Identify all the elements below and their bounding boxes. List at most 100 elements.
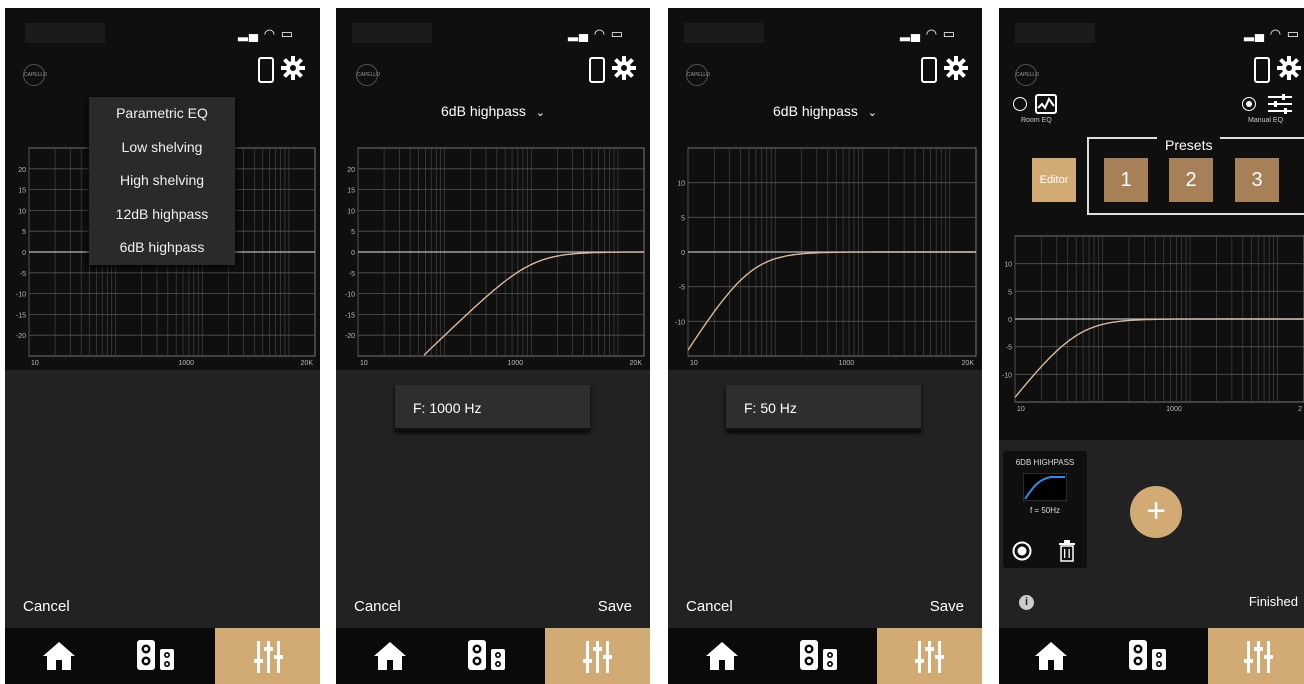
gear-icon[interactable]	[944, 56, 968, 80]
y-tick-label: 5	[351, 229, 355, 236]
eq-tab[interactable]	[1208, 628, 1304, 684]
filter-type-label: 6dB highpass	[773, 103, 858, 119]
home-icon[interactable]	[41, 640, 77, 674]
eq-tab[interactable]	[545, 628, 650, 684]
speakers-icon[interactable]	[800, 640, 838, 672]
screen-manual-eq: ▂▄ ◠ ▭ CAPELLO Room EQ Manual EQ Presets…	[999, 8, 1304, 684]
chevron-down-icon: ⌄	[867, 107, 877, 119]
y-tick-label: 5	[681, 215, 685, 222]
eq-chart: 20 15 10 5 0 -5 -10 -15 -20 10 1000 20K	[345, 147, 645, 367]
cancel-button[interactable]: Cancel	[23, 598, 70, 615]
add-filter-button[interactable]: +	[1130, 486, 1182, 538]
response-curve	[1014, 318, 1303, 398]
y-tick-label: 0	[351, 250, 355, 257]
bottom-nav	[336, 628, 650, 684]
chevron-down-icon: ⌄	[535, 107, 545, 119]
x-tick-label: 1000	[839, 360, 855, 367]
y-tick-label: 0	[681, 250, 685, 257]
filter-card[interactable]: 6DB HIGHPASS f = 50Hz	[1003, 451, 1087, 568]
x-tick-label: 2	[1298, 406, 1302, 413]
x-tick-label: 1000	[179, 360, 195, 367]
x-tick-label: 10	[31, 360, 39, 367]
record-icon[interactable]	[1012, 541, 1032, 561]
presets-label: Presets	[1157, 137, 1221, 153]
phone-icon[interactable]	[258, 57, 274, 83]
finished-button[interactable]: Finished	[1249, 594, 1298, 609]
x-tick-label: 10	[1017, 406, 1025, 413]
y-tick-label: 10	[677, 181, 685, 188]
home-icon[interactable]	[704, 640, 740, 674]
x-tick-label: 20K	[301, 360, 314, 367]
y-tick-label: -15	[345, 312, 355, 319]
dropdown-item-6db-highpass[interactable]: 6dB highpass	[89, 231, 235, 265]
home-icon[interactable]	[1033, 640, 1069, 674]
screen-highpass-1000: ▂▄ ◠ ▭ CAPELLO 6dB highpass ⌄ 20 15 10 5 0 -5…	[336, 8, 650, 684]
dropdown-item-12db-highpass[interactable]: 12dB highpass	[89, 198, 235, 232]
frequency-field[interactable]: F: 1000 Hz	[395, 385, 590, 431]
x-tick-label: 10	[690, 360, 698, 367]
eq-tab[interactable]	[877, 628, 982, 684]
frequency-field[interactable]: F: 50 Hz	[726, 385, 921, 431]
eq-chart: 10 5 0 -5 -10 10 1000 2	[1002, 235, 1304, 413]
redacted-time	[1015, 23, 1095, 43]
editor-button[interactable]: Editor	[1032, 158, 1076, 202]
y-tick-label: -5	[20, 271, 26, 278]
y-tick-label: 15	[347, 188, 355, 195]
filter-card-frequency: f = 50Hz	[1029, 506, 1060, 515]
cancel-button[interactable]: Cancel	[354, 598, 401, 615]
info-icon[interactable]: i	[1019, 595, 1034, 610]
x-tick-label: 1000	[1166, 406, 1182, 413]
filter-type-selector[interactable]: 6dB highpass ⌄	[336, 103, 650, 119]
filter-card-title: 6DB HIGHPASS	[1015, 458, 1075, 467]
y-tick-label: 10	[18, 208, 26, 215]
speakers-icon[interactable]	[137, 640, 175, 672]
cancel-button[interactable]: Cancel	[686, 598, 733, 615]
dropdown-item-high-shelving[interactable]: High shelving	[89, 164, 235, 198]
phone-icon[interactable]	[589, 57, 605, 83]
save-button[interactable]: Save	[930, 598, 964, 615]
gear-icon[interactable]	[612, 56, 636, 80]
y-tick-label: -10	[345, 292, 355, 299]
dropdown-item-low-shelving[interactable]: Low shelving	[89, 131, 235, 165]
status-icons: ▂▄ ◠ ▭	[899, 26, 956, 41]
bottom-nav	[999, 628, 1304, 684]
filter-type-selector[interactable]: 6dB highpass ⌄	[668, 103, 982, 119]
redacted-time	[352, 23, 432, 43]
home-icon[interactable]	[372, 640, 408, 674]
x-tick-label: 1000	[508, 360, 524, 367]
y-tick-label: -5	[349, 271, 355, 278]
dropdown-item-parametric-eq[interactable]: Parametric EQ	[89, 97, 235, 131]
phone-icon[interactable]	[921, 57, 937, 83]
manual-eq-label: Manual EQ	[1248, 117, 1284, 124]
preset-2-button[interactable]: 2	[1169, 158, 1213, 202]
phone-icon[interactable]	[1254, 57, 1270, 83]
x-tick-label: 20K	[630, 360, 643, 367]
screen-filter-menu: ▂▄ ◠ ▭ CAPELLO 20 15 10 5 0 -5 -10 -15 -20 10 1000…	[5, 8, 320, 684]
y-tick-label: -20	[16, 333, 26, 340]
y-tick-label: 5	[22, 229, 26, 236]
y-tick-label: 15	[18, 188, 26, 195]
trash-icon[interactable]	[1058, 540, 1076, 562]
preset-1-button[interactable]: 1	[1104, 158, 1148, 202]
brand-logo: CAPELLO	[1015, 64, 1039, 86]
y-tick-label: -15	[16, 312, 26, 319]
eq-chart: 10 5 0 -5 -10 10 1000 20K	[675, 147, 977, 367]
bottom-nav	[5, 628, 320, 684]
room-eq-label: Room EQ	[1021, 117, 1052, 124]
gear-icon[interactable]	[1277, 56, 1301, 80]
preset-3-button[interactable]: 3	[1235, 158, 1279, 202]
eq-tab[interactable]	[215, 628, 320, 684]
y-tick-label: -10	[1002, 372, 1012, 379]
y-tick-label: -5	[1006, 345, 1012, 352]
speakers-icon[interactable]	[468, 640, 506, 672]
filter-type-dropdown[interactable]: Parametric EQ Low shelving High shelving 12…	[89, 97, 235, 265]
x-tick-label: 20K	[962, 360, 975, 367]
gear-icon[interactable]	[281, 56, 305, 80]
room-eq-icon	[1035, 94, 1057, 114]
y-tick-label: 10	[1004, 262, 1012, 269]
y-tick-label: 5	[1008, 289, 1012, 296]
filter-curve-thumbnail	[1023, 473, 1067, 501]
speakers-icon[interactable]	[1129, 640, 1167, 672]
save-button[interactable]: Save	[598, 598, 632, 615]
y-tick-label: -20	[345, 333, 355, 340]
